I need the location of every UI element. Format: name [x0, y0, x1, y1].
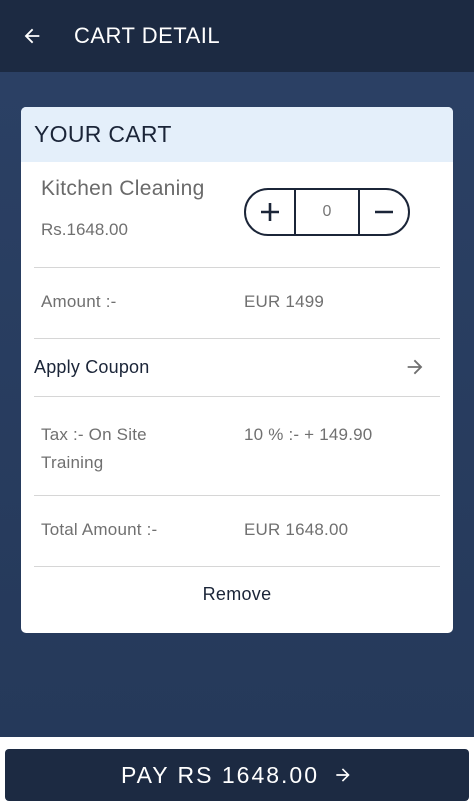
- content-area: YOUR CART Kitchen Cleaning Rs.1648.00 0: [0, 72, 474, 737]
- tax-row: Tax :- On Site Training 10 % :- + 149.90: [34, 397, 440, 496]
- amount-row: Amount :- EUR 1499: [34, 268, 440, 339]
- apply-coupon-row[interactable]: Apply Coupon: [34, 339, 440, 397]
- cart-item-row: Kitchen Cleaning Rs.1648.00 0: [34, 162, 440, 268]
- arrow-left-icon: [24, 28, 40, 44]
- remove-button[interactable]: Remove: [21, 567, 453, 622]
- arrow-right-icon: [333, 765, 353, 785]
- back-button[interactable]: [0, 0, 64, 72]
- amount-value: EUR 1499: [244, 292, 325, 311]
- quantity-value[interactable]: 0: [294, 190, 360, 234]
- item-name: Kitchen Cleaning: [41, 177, 205, 200]
- cart-card: YOUR CART Kitchen Cleaning Rs.1648.00 0: [21, 107, 453, 633]
- arrow-right-icon: [407, 359, 423, 375]
- bottom-bar: PAY RS 1648.00: [0, 737, 474, 808]
- total-label: Total Amount :-: [41, 520, 158, 539]
- minus-icon: [375, 210, 393, 214]
- total-row: Total Amount :- EUR 1648.00: [34, 496, 440, 567]
- pay-button[interactable]: PAY RS 1648.00: [5, 749, 469, 801]
- tax-label: Tax :- On Site Training: [41, 425, 147, 472]
- increment-button[interactable]: [246, 190, 294, 234]
- apply-coupon-label: Apply Coupon: [34, 357, 150, 377]
- plus-icon: [261, 203, 279, 221]
- page-title: CART DETAIL: [74, 23, 221, 48]
- quantity-stepper: 0: [244, 188, 410, 236]
- pay-button-label: PAY RS 1648.00: [120, 761, 320, 788]
- cart-header: YOUR CART: [21, 107, 453, 162]
- total-value: EUR 1648.00: [244, 520, 349, 539]
- item-price: Rs.1648.00: [41, 220, 128, 239]
- amount-label: Amount :-: [41, 292, 117, 311]
- decrement-button[interactable]: [360, 190, 408, 234]
- app-bar: CART DETAIL: [0, 0, 474, 72]
- tax-value: 10 % :- + 149.90: [244, 425, 373, 444]
